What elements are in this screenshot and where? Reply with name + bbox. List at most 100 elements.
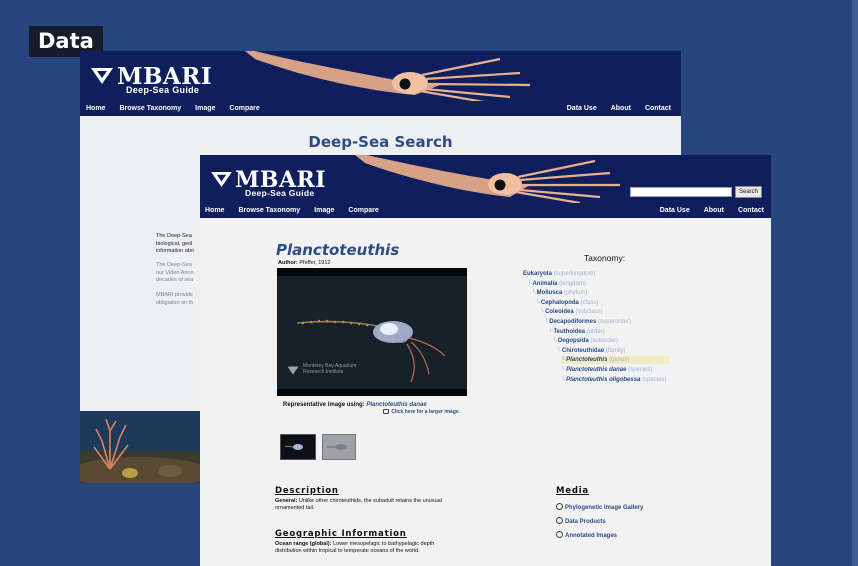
logo-subtitle: Deep-Sea Guide	[126, 85, 200, 95]
thumbnail-video[interactable]	[280, 434, 316, 460]
geographic-text: Ocean range (global): Lower mesopelagic …	[275, 541, 515, 555]
media-link-label: Data Products	[565, 519, 606, 525]
tree-elbow-icon: └	[527, 280, 532, 287]
taxon-rank: (species)	[642, 376, 667, 383]
site-header: MBARI Deep-Sea Guide Search Home Browse …	[200, 155, 771, 218]
author-line: Author: Pfeffer, 1912	[278, 260, 330, 266]
larger-image-text: Click here for a larger image.	[391, 409, 461, 415]
media-link-gallery[interactable]: Phylogenetic Image Gallery	[556, 503, 643, 511]
media-link-data-products[interactable]: Data Products	[556, 517, 606, 525]
tree-elbow-icon: └	[531, 290, 536, 297]
geo-label: Ocean range (global):	[275, 541, 332, 547]
intro-paragraph: The Deep-Sea biological, geol informatio…	[156, 233, 200, 256]
tree-elbow-icon: └	[560, 357, 566, 364]
description-line: ornamented tail.	[275, 505, 315, 511]
nav-compare[interactable]: Compare	[229, 105, 259, 112]
rep-label: Representative image using:	[283, 402, 365, 408]
nav-contact[interactable]: Contact	[645, 105, 671, 112]
taxon-name: Oegopsida	[557, 338, 589, 345]
video-watermark: Monterey Bay Aquarium Research Institute	[303, 363, 356, 375]
taxonomy-row[interactable]: └Mollusca (phylum)	[531, 289, 587, 297]
nav-image[interactable]: Image	[195, 105, 215, 112]
description-line: General: Unlike other chiroteuthids, the…	[275, 498, 515, 505]
thumbnail-image[interactable]	[322, 434, 356, 460]
taxonomy-row[interactable]: └Coleoidea (subclass)	[540, 308, 603, 316]
camera-icon	[556, 531, 563, 538]
taxonomy-row[interactable]: └Teuthoidea (order)	[548, 328, 605, 336]
nav-browse-taxonomy[interactable]: Browse Taxonomy	[119, 105, 181, 112]
site-logo[interactable]: MBARI Deep-Sea Guide	[210, 167, 350, 201]
site-logo[interactable]: MBARI Deep-Sea Guide	[90, 63, 230, 97]
page-title: Deep-Sea Search	[308, 133, 453, 151]
species-video[interactable]: Monterey Bay Aquarium Research Institute	[277, 268, 467, 396]
taxon-rank: (class)	[580, 299, 599, 306]
thumbnail-squid-icon	[327, 444, 347, 450]
taxonomy-row[interactable]: └Decapodiformes (superorder)	[544, 318, 631, 326]
main-nav: Home Browse Taxonomy Image Compare Data …	[200, 203, 771, 218]
description-label: General:	[275, 498, 298, 504]
taxon-rank: (superorder)	[597, 319, 631, 325]
nav-data-use[interactable]: Data Use	[567, 105, 597, 112]
taxonomy-row[interactable]: └Chiroteuthidae (family)	[557, 347, 626, 355]
geo-content: Lower mesopelagic to bathypelagic depth	[333, 541, 435, 547]
taxon-name: Coleoidea	[545, 309, 574, 316]
tree-elbow-icon: └	[556, 347, 561, 354]
camera-icon	[556, 517, 563, 524]
media-link-label: Phylogenetic Image Gallery	[565, 505, 644, 511]
taxon-rank: (phylum)	[564, 290, 588, 297]
site-header: MBARI Deep-Sea Guide Home Browse Taxonom…	[80, 51, 681, 116]
taxon-name: Planctoteuthis	[566, 357, 608, 364]
text-line: biological, geol	[156, 240, 193, 247]
geo-line: distribution within tropical to temperat…	[275, 548, 420, 554]
media-link-annotated-images[interactable]: Annotated Images	[556, 531, 617, 539]
taxonomy-row[interactable]: └Animalia (kingdom)	[527, 280, 586, 288]
larger-image-link[interactable]: Click here for a larger image.	[383, 409, 460, 415]
taxon-name: Teuthoidea	[553, 328, 586, 335]
geographic-heading: Geographic Information	[275, 529, 407, 539]
tree-elbow-icon: └	[560, 367, 566, 373]
taxon-rank: (order)	[586, 328, 605, 335]
taxonomy-row[interactable]: └Cephalopoda (class)	[536, 299, 599, 307]
window-edge-strip	[852, 0, 858, 566]
text-line: decades of sea	[156, 277, 194, 283]
nav-compare[interactable]: Compare	[348, 207, 378, 214]
text-line: The Deep-Sea	[156, 262, 192, 268]
taxon-name: Chiroteuthidae	[561, 347, 605, 354]
search-input[interactable]	[630, 187, 732, 197]
media-link-label: Annotated Images	[565, 533, 618, 539]
tree-elbow-icon: └	[560, 376, 566, 383]
nav-home[interactable]: Home	[205, 207, 224, 214]
taxonomy-row[interactable]: └Planctoteuthis danae (species)	[561, 366, 653, 374]
watermark-line: Research Institute	[303, 369, 344, 375]
nav-contact[interactable]: Contact	[738, 207, 764, 214]
nav-about[interactable]: About	[704, 207, 724, 214]
front-browser-window: MBARI Deep-Sea Guide Search Home Browse …	[200, 155, 771, 566]
video-paragraph: The Deep-Sea our Video Anno decades of s…	[156, 262, 200, 285]
taxon-name: Planctoteuthis danae	[566, 367, 627, 373]
genus-title: Planctoteuthis	[276, 241, 400, 259]
taxonomy-row[interactable]: Eukaryota (superkingdom)	[523, 270, 595, 278]
text-line: obligation on th	[156, 299, 194, 306]
description-content: Unlike other chiroteuthids, the subadult…	[298, 498, 442, 504]
mbari-paragraph: MBARI provide obligation on th	[156, 292, 200, 307]
taxon-rank: (species)	[628, 367, 653, 373]
nav-data-use[interactable]: Data Use	[660, 207, 690, 214]
nav-browse-taxonomy[interactable]: Browse Taxonomy	[238, 207, 300, 214]
taxon-name: Decapodiformes	[549, 319, 597, 325]
taxonomy-row[interactable]: └Planctoteuthis oligobessa (species)	[561, 376, 667, 384]
main-nav: Home Browse Taxonomy Image Compare Data …	[80, 100, 681, 116]
taxonomy-row[interactable]: └Oegopsida (suborder)	[552, 337, 618, 345]
nav-about[interactable]: About	[611, 105, 631, 112]
search-button[interactable]: Search	[735, 186, 762, 198]
watermark-logo-icon	[287, 366, 299, 375]
taxon-rank: (superkingdom)	[553, 271, 596, 277]
tree-elbow-icon: └	[535, 299, 540, 306]
text-line: MBARI provide	[156, 292, 193, 298]
description-heading: Description	[275, 486, 339, 496]
rep-species-link[interactable]: Planctoteuthis danae	[366, 402, 426, 408]
nav-image[interactable]: Image	[314, 207, 334, 214]
taxonomy-row[interactable]: └Planctoteuthis (genus)	[560, 356, 670, 365]
logo-subtitle: Deep-Sea Guide	[245, 188, 315, 198]
nav-home[interactable]: Home	[86, 105, 105, 112]
text-line: The Deep-Sea	[156, 233, 192, 239]
